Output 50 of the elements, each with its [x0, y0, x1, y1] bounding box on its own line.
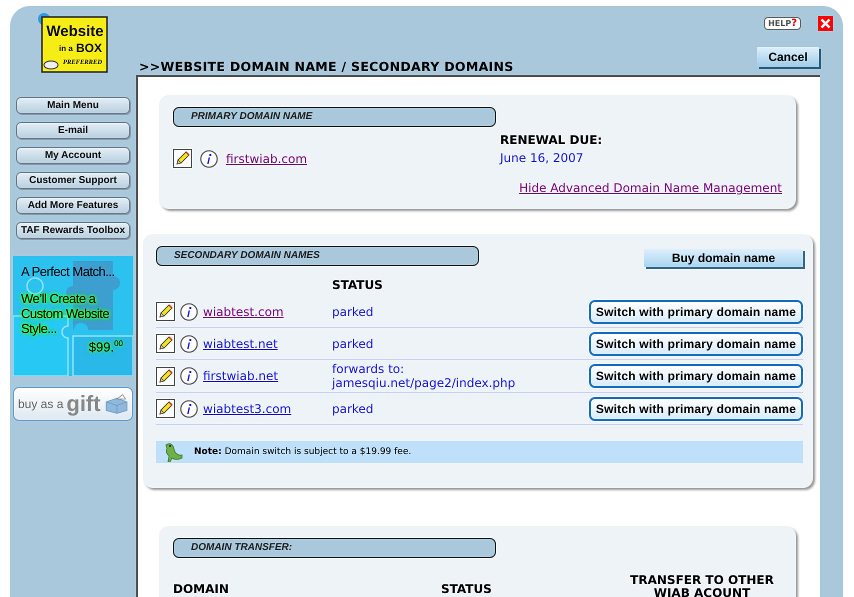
domain-link[interactable]: wiabtest3.com — [203, 402, 292, 416]
switch-button[interactable]: Switch with primary domain name — [589, 332, 803, 356]
renewal-date: June 16, 2007 — [500, 151, 584, 165]
pencil-icon[interactable] — [156, 366, 175, 386]
renewal-label: RENEWAL DUE: — [500, 133, 604, 147]
promo-price: $99.$^{00}$ — [88, 338, 123, 354]
domain-link[interactable]: wiabtest.net — [203, 336, 278, 350]
pencil-icon[interactable] — [156, 302, 175, 321]
page-title: >>WEBSITE DOMAIN NAME / SECONDARY DOMAINS — [138, 59, 515, 75]
gift-button[interactable]: buy as a gift — [13, 387, 133, 421]
domain-status: parked — [332, 336, 374, 350]
pencil-icon[interactable] — [173, 149, 192, 168]
nav-button[interactable]: Main Menu — [16, 97, 130, 114]
buy-domain-button[interactable]: Buy domain name — [644, 249, 803, 267]
domain-status: parked — [332, 304, 374, 318]
column-header: TRANSFER TO OTHER WIAB ACOUNT — [629, 574, 775, 597]
close-icon[interactable] — [818, 16, 833, 31]
column-header: STATUS — [441, 581, 493, 596]
info-icon[interactable] — [180, 302, 198, 320]
column-header: STATUS — [332, 278, 384, 292]
domain-link[interactable]: firstwiab.com — [226, 152, 308, 166]
section-heading: PRIMARY DOMAIN NAME — [173, 107, 496, 127]
switch-button[interactable]: Switch with primary domain name — [589, 396, 803, 420]
promo-text: We’ll Create a Custom Website Style... — [21, 291, 110, 336]
promo-headline: A Perfect Match... — [21, 264, 116, 279]
info-icon[interactable] — [200, 150, 218, 168]
promo-banner[interactable]: A Perfect Match... We’ll Create a Custom Website Style... $99.$^{00}$ — [13, 256, 133, 376]
nav-button[interactable]: Add More Features — [16, 197, 130, 214]
note-text: Note: Domain switch is subject to a $19.99 fee. — [194, 447, 412, 457]
toggle-link[interactable]: Hide Advanced Domain Name Management — [519, 181, 782, 195]
switch-button[interactable]: Switch with primary domain name — [589, 364, 803, 388]
domain-status: parked — [332, 402, 374, 416]
pencil-icon[interactable] — [156, 334, 175, 353]
section-heading: SECONDARY DOMAIN NAMES — [156, 246, 479, 266]
domain-link[interactable]: firstwiab.net — [203, 369, 278, 383]
nav-button[interactable]: Customer Support — [16, 172, 130, 189]
info-icon[interactable] — [180, 400, 198, 418]
section-heading: DOMAIN TRANSFER: — [173, 538, 496, 558]
info-icon[interactable] — [180, 334, 198, 352]
pencil-icon[interactable] — [156, 399, 175, 418]
column-header: DOMAIN — [173, 581, 230, 596]
domain-link[interactable]: wiabtest.com — [203, 304, 284, 318]
nav-button[interactable]: E-mail — [16, 122, 130, 139]
cancel-button[interactable]: Cancel — [757, 47, 819, 67]
nav-button[interactable]: My Account — [16, 147, 130, 164]
nav-button[interactable]: TAF Rewards Toolbox — [16, 222, 130, 239]
info-icon[interactable] — [180, 367, 198, 385]
switch-button[interactable]: Switch with primary domain name — [589, 300, 803, 324]
domain-status: forwards to: jamesqiu.net/page2/index.php — [332, 362, 516, 390]
help-button[interactable]: HELP? — [764, 17, 801, 30]
